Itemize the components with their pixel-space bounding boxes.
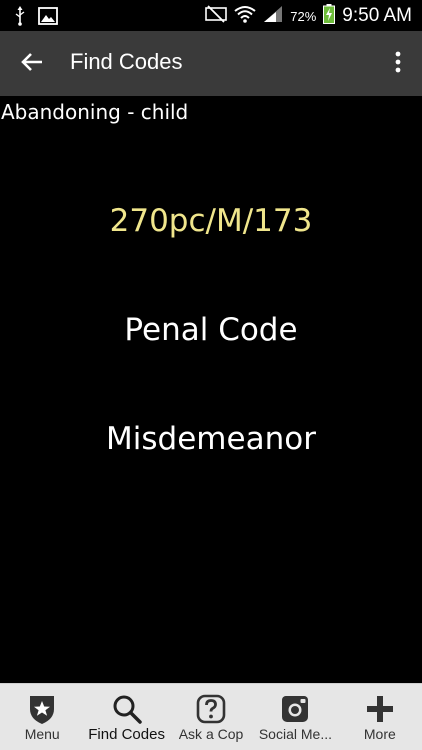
nav-item-menu[interactable]: Menu	[0, 684, 84, 750]
question-icon	[194, 692, 228, 726]
nav-label: Ask a Cop	[178, 726, 244, 742]
status-bar: 72% 9:50 AM	[0, 0, 422, 31]
nav-item-find-codes[interactable]: Find Codes	[84, 684, 168, 750]
plus-icon	[363, 692, 397, 726]
battery-charging-icon	[323, 4, 336, 28]
instagram-icon	[278, 692, 312, 726]
nav-label: Find Codes	[88, 726, 165, 743]
nav-label: Social Me...	[258, 726, 332, 742]
arrow-left-icon	[21, 52, 43, 76]
usb-icon	[14, 6, 26, 30]
nav-label: Menu	[24, 726, 60, 742]
battery-percent: 72%	[290, 8, 317, 24]
gallery-icon	[38, 7, 58, 29]
mute-icon	[205, 5, 228, 27]
search-icon	[110, 692, 144, 726]
screen: 72% 9:50 AM Find Codes Abandoning - chil…	[0, 0, 422, 750]
clock: 9:50 AM	[342, 5, 412, 26]
nav-item-ask-a-cop[interactable]: Ask a Cop	[169, 684, 253, 750]
nav-item-more[interactable]: More	[338, 684, 422, 750]
overflow-menu-button[interactable]	[386, 47, 410, 81]
app-bar: Find Codes	[0, 31, 422, 96]
code-classification: Misdemeanor	[106, 421, 316, 457]
code-number: 270pc/M/173	[109, 203, 313, 239]
more-vertical-icon	[395, 51, 401, 77]
offense-topic: Abandoning - child	[1, 100, 189, 124]
signal-icon	[263, 5, 283, 27]
code-type: Penal Code	[124, 312, 298, 348]
nav-item-social-media[interactable]: Social Me...	[253, 684, 337, 750]
badge-star-icon	[25, 692, 59, 726]
wifi-icon	[234, 5, 256, 27]
back-button[interactable]	[16, 48, 48, 80]
bottom-nav: Menu Find Codes Ask a Cop Social Me... M…	[0, 683, 422, 750]
page-title: Find Codes	[70, 49, 183, 74]
nav-label: More	[363, 726, 396, 742]
